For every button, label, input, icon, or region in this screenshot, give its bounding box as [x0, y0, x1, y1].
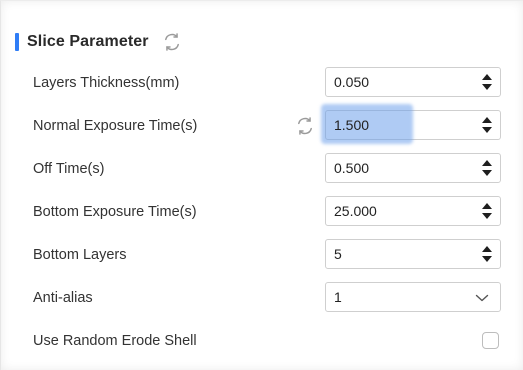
decrement-arrow-icon[interactable]: [482, 170, 492, 176]
spinbox-arrows[interactable]: [482, 202, 492, 220]
spinbox-arrows[interactable]: [482, 116, 492, 134]
chevron-down-icon[interactable]: [474, 290, 490, 306]
refresh-icon[interactable]: [294, 115, 316, 137]
param-label: Normal Exposure Time(s): [33, 118, 198, 134]
decrement-arrow-icon[interactable]: [482, 213, 492, 219]
spinbox-value[interactable]: 0.500: [334, 154, 369, 182]
increment-arrow-icon[interactable]: [482, 246, 492, 252]
spinbox-arrows[interactable]: [482, 245, 492, 263]
param-label: Bottom Exposure Time(s): [33, 204, 197, 220]
decrement-arrow-icon[interactable]: [482, 127, 492, 133]
increment-arrow-icon[interactable]: [482, 160, 492, 166]
section-accent-bar: [15, 33, 19, 51]
anti-alias-select[interactable]: 1: [325, 282, 501, 312]
param-row-bottom-exposure-time: Bottom Exposure Time(s) 25.000: [33, 196, 503, 228]
spinbox-value[interactable]: 0.050: [334, 68, 369, 96]
param-label: Use Random Erode Shell: [33, 333, 197, 349]
param-label: Off Time(s): [33, 161, 105, 177]
select-value[interactable]: 1: [334, 283, 342, 311]
spinbox-value[interactable]: 5: [334, 240, 342, 268]
param-label: Bottom Layers: [33, 247, 127, 263]
refresh-icon[interactable]: [161, 31, 183, 53]
param-row-layers-thickness: Layers Thickness(mm) 0.050: [33, 67, 503, 99]
bottom-exposure-time-spinbox[interactable]: 25.000: [325, 196, 501, 226]
param-row-off-time: Off Time(s) 0.500: [33, 153, 503, 185]
spinbox-arrows[interactable]: [482, 73, 492, 91]
normal-exposure-time-spinbox[interactable]: 1.500: [321, 104, 501, 144]
decrement-arrow-icon[interactable]: [482, 84, 492, 90]
layers-thickness-spinbox[interactable]: 0.050: [325, 67, 501, 97]
param-row-anti-alias: Anti-alias 1: [33, 282, 503, 314]
spinbox-arrows[interactable]: [482, 159, 492, 177]
increment-arrow-icon[interactable]: [482, 117, 492, 123]
param-row-random-erode-shell: Use Random Erode Shell: [33, 325, 503, 357]
param-label: Layers Thickness(mm): [33, 75, 180, 91]
decrement-arrow-icon[interactable]: [482, 256, 492, 262]
slice-parameter-panel: Slice Parameter Layers Thickness(mm) 0.0…: [0, 0, 523, 370]
random-erode-shell-checkbox[interactable]: [482, 332, 499, 349]
section-title: Slice Parameter: [27, 33, 149, 50]
increment-arrow-icon[interactable]: [482, 74, 492, 80]
param-row-normal-exposure-time: Normal Exposure Time(s) 1.500: [33, 104, 503, 144]
param-row-bottom-layers: Bottom Layers 5: [33, 239, 503, 271]
bottom-layers-spinbox[interactable]: 5: [325, 239, 501, 269]
spinbox-value[interactable]: 1.500: [334, 111, 369, 139]
param-label: Anti-alias: [33, 290, 93, 306]
spinbox-value[interactable]: 25.000: [334, 197, 377, 225]
section-header: Slice Parameter: [15, 29, 183, 55]
off-time-spinbox[interactable]: 0.500: [325, 153, 501, 183]
increment-arrow-icon[interactable]: [482, 203, 492, 209]
